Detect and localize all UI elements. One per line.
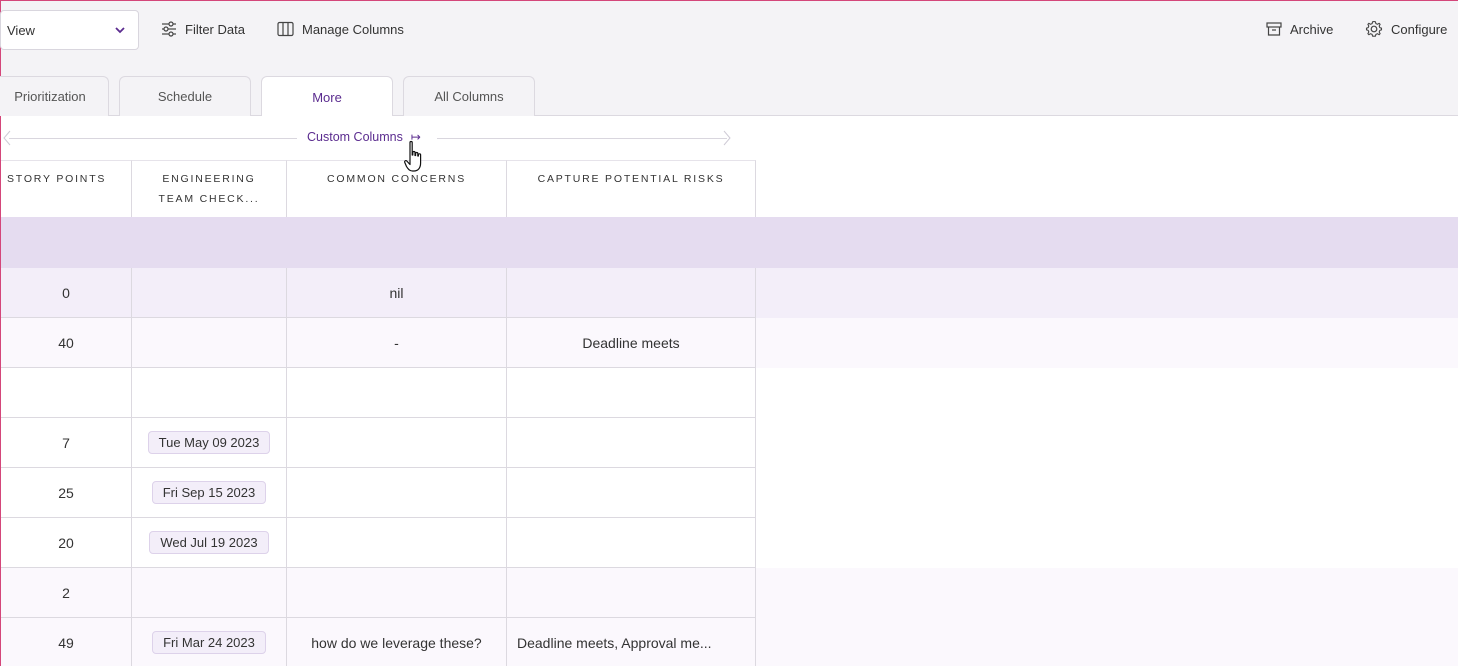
table-row[interactable]: 49 Fri Mar 24 2023 how do we leverage th…	[1, 618, 1458, 666]
tab-schedule-label: Schedule	[157, 89, 213, 104]
column-header-capture-potential-risks[interactable]: CAPTURE POTENTIAL RISKS	[507, 160, 756, 217]
table-row[interactable]: 25 Fri Sep 15 2023	[1, 468, 1458, 518]
cell-engineering-check[interactable]	[132, 368, 287, 418]
cell-potential-risks[interactable]	[507, 568, 756, 618]
table-row[interactable]	[1, 368, 1458, 418]
cell-story-points[interactable]: 49	[1, 618, 132, 666]
cell-potential-risks[interactable]	[507, 418, 756, 468]
tab-all-columns-label: All Columns	[434, 89, 504, 104]
cell-story-points[interactable]: 7	[1, 418, 132, 468]
filter-data-label: Filter Data	[185, 21, 245, 37]
cell-common-concerns[interactable]: nil	[287, 268, 507, 318]
column-header-label: CAPTURE POTENTIAL RISKS	[537, 173, 725, 185]
tab-more-label: More	[312, 89, 342, 105]
archive-label: Archive	[1290, 21, 1334, 37]
tab-more[interactable]: More	[261, 76, 393, 117]
cell-potential-risks[interactable]: Deadline meets, Approval me...	[507, 618, 756, 666]
cell-common-concerns[interactable]	[287, 418, 507, 468]
manage-columns-button[interactable]: Manage Columns	[277, 18, 404, 40]
table-row[interactable]: 0 nil	[1, 268, 1458, 318]
cell-engineering-check[interactable]: Fri Sep 15 2023	[132, 468, 287, 518]
cell-engineering-check[interactable]	[132, 568, 287, 618]
date-pill[interactable]: Tue May 09 2023	[147, 431, 271, 454]
hand-cursor-icon	[404, 140, 422, 172]
column-header-story-points[interactable]: STORY POINTS	[1, 160, 132, 217]
table-row[interactable]: 20 Wed Jul 19 2023	[1, 518, 1458, 568]
chevron-down-icon	[115, 27, 125, 34]
tab-all-columns[interactable]: All Columns	[403, 76, 535, 116]
tab-schedule[interactable]: Schedule	[119, 76, 251, 116]
filter-sliders-icon	[162, 21, 176, 37]
cell-potential-risks[interactable]	[507, 518, 756, 568]
cell-common-concerns[interactable]: how do we leverage these?	[287, 618, 507, 666]
group-divider-right	[437, 138, 727, 139]
group-band-row	[1, 217, 1458, 268]
group-divider-left	[9, 138, 297, 139]
cell-story-points[interactable]: 2	[1, 568, 132, 618]
archive-icon	[1266, 22, 1282, 36]
cell-engineering-check[interactable]	[132, 268, 287, 318]
filter-data-button[interactable]: Filter Data	[161, 18, 245, 40]
view-select-label: View	[7, 22, 35, 38]
cell-engineering-check[interactable]	[132, 318, 287, 368]
cell-common-concerns[interactable]	[287, 568, 507, 618]
configure-button[interactable]: Configure	[1365, 18, 1447, 40]
table-row[interactable]: 40 - Deadline meets	[1, 318, 1458, 368]
group-label: Custom Columns	[307, 130, 403, 144]
cell-potential-risks[interactable]	[507, 268, 756, 318]
column-header-common-concerns[interactable]: COMMON CONCERNS	[287, 160, 507, 217]
cell-story-points[interactable]: 25	[1, 468, 132, 518]
cell-story-points[interactable]: 0	[1, 268, 132, 318]
cell-potential-risks[interactable]	[507, 368, 756, 418]
cell-story-points[interactable]	[1, 368, 132, 418]
cell-story-points[interactable]: 40	[1, 318, 132, 368]
toolbar: View Filter Data Manage Columns Archive …	[0, 1, 1458, 63]
configure-label: Configure	[1391, 21, 1448, 37]
manage-columns-label: Manage Columns	[302, 21, 404, 37]
date-pill[interactable]: Wed Jul 19 2023	[149, 531, 269, 554]
table-row[interactable]: 2	[1, 568, 1458, 618]
cell-engineering-check[interactable]: Wed Jul 19 2023	[132, 518, 287, 568]
cell-common-concerns[interactable]	[287, 518, 507, 568]
cell-potential-risks[interactable]	[507, 468, 756, 518]
cell-common-concerns[interactable]	[287, 368, 507, 418]
archive-button[interactable]: Archive	[1266, 18, 1333, 40]
date-pill[interactable]: Fri Mar 24 2023	[152, 631, 266, 654]
tab-prioritization[interactable]: Prioritization	[0, 76, 109, 116]
column-header-label-line2: TEAM CHECK...	[158, 193, 260, 205]
date-pill[interactable]: Fri Sep 15 2023	[151, 481, 267, 504]
column-header-engineering-team-check[interactable]: ENGINEERING TEAM CHECK...	[132, 160, 287, 217]
column-group-header: Custom Columns ↦	[1, 116, 756, 160]
column-header-label: COMMON CONCERNS	[327, 173, 466, 185]
table-row[interactable]: 7 Tue May 09 2023	[1, 418, 1458, 468]
cell-common-concerns[interactable]	[287, 468, 507, 518]
gear-icon	[1365, 20, 1383, 37]
cell-engineering-check[interactable]: Fri Mar 24 2023	[132, 618, 287, 666]
chevron-right-icon[interactable]	[723, 130, 731, 146]
column-header-label: STORY POINTS	[7, 173, 107, 185]
view-select[interactable]: View	[0, 10, 139, 50]
cell-potential-risks[interactable]: Deadline meets	[507, 318, 756, 368]
view-tabs: Prioritization Schedule More All Columns	[0, 63, 1458, 117]
cell-story-points[interactable]: 20	[1, 518, 132, 568]
columns-icon	[277, 21, 294, 37]
cell-engineering-check[interactable]: Tue May 09 2023	[132, 418, 287, 468]
column-header-label: ENGINEERING	[162, 173, 256, 185]
tab-prioritization-label: Prioritization	[14, 89, 86, 104]
cell-common-concerns[interactable]: -	[287, 318, 507, 368]
